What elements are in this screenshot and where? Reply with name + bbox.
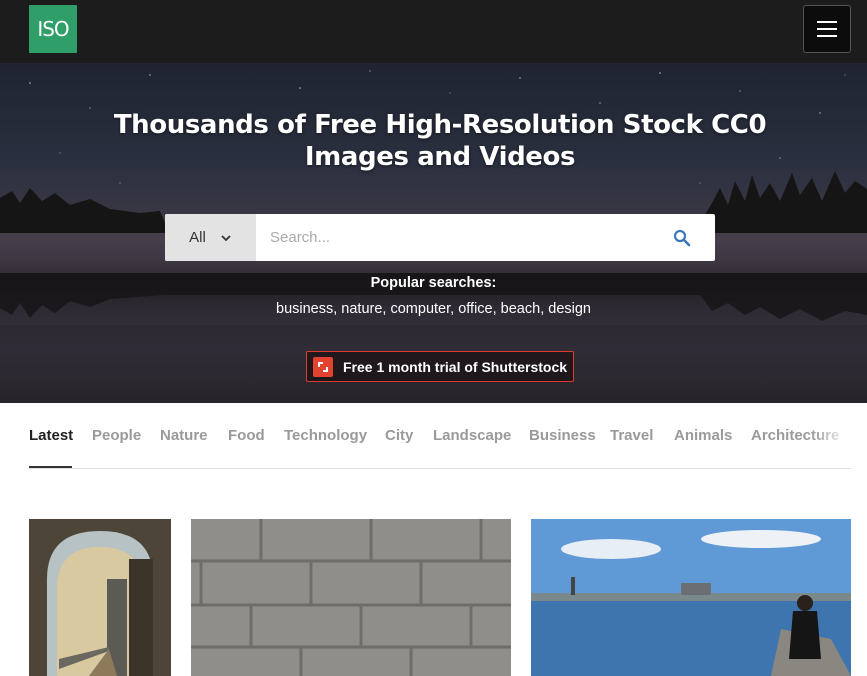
tab-business[interactable]: Business bbox=[529, 427, 596, 444]
hamburger-icon-line bbox=[817, 35, 837, 37]
tab-city[interactable]: City bbox=[385, 427, 413, 444]
harbor-photo bbox=[531, 519, 851, 676]
chevron-down-icon bbox=[221, 234, 231, 241]
bridge-photo bbox=[29, 519, 171, 676]
shutterstock-trial-link[interactable]: Free 1 month trial of Shutterstock bbox=[306, 351, 574, 382]
category-tabs: Latest People Nature Food Technology Cit… bbox=[29, 403, 851, 469]
tab-nature[interactable]: Nature bbox=[160, 427, 208, 444]
active-tab-indicator bbox=[29, 466, 72, 468]
separator: , bbox=[450, 301, 459, 317]
search-icon bbox=[673, 229, 691, 246]
popular-search-link[interactable]: beach bbox=[501, 301, 541, 317]
popular-searches-label: Popular searches: bbox=[370, 275, 497, 291]
tab-landscape[interactable]: Landscape bbox=[433, 427, 511, 444]
search-input[interactable] bbox=[256, 214, 649, 261]
tabs-fade bbox=[811, 403, 851, 467]
separator: , bbox=[492, 301, 501, 317]
photo-card-stone-wall[interactable] bbox=[191, 519, 511, 676]
hero-section: Thousands of Free High-Resolution Stock … bbox=[0, 63, 867, 403]
search-category-label: All bbox=[189, 229, 206, 246]
tab-food[interactable]: Food bbox=[228, 427, 265, 444]
popular-search-link[interactable]: business bbox=[276, 301, 333, 317]
tab-people[interactable]: People bbox=[92, 427, 141, 444]
popular-search-link[interactable]: computer bbox=[390, 301, 450, 317]
promo-label: Free 1 month trial of Shutterstock bbox=[343, 358, 568, 375]
tab-travel[interactable]: Travel bbox=[610, 427, 653, 444]
photo-card-bridge[interactable] bbox=[29, 519, 171, 676]
hamburger-icon-line bbox=[817, 21, 837, 23]
shutterstock-icon bbox=[313, 356, 333, 377]
tab-animals[interactable]: Animals bbox=[674, 427, 732, 444]
photo-card-harbor[interactable] bbox=[531, 519, 851, 676]
popular-search-link[interactable]: design bbox=[548, 301, 591, 317]
stone-wall-photo bbox=[191, 519, 511, 676]
popular-searches-list: business, nature, computer, office, beac… bbox=[0, 301, 867, 317]
search-button[interactable] bbox=[649, 214, 715, 261]
tab-technology[interactable]: Technology bbox=[284, 427, 367, 444]
top-navbar: ISO bbox=[0, 0, 867, 63]
popular-search-link[interactable]: nature bbox=[341, 301, 382, 317]
search-category-dropdown[interactable]: All bbox=[165, 214, 256, 261]
tab-latest[interactable]: Latest bbox=[29, 427, 73, 444]
menu-button[interactable] bbox=[803, 5, 851, 53]
popular-search-link[interactable]: office bbox=[458, 301, 492, 317]
site-logo[interactable]: ISO bbox=[29, 5, 77, 53]
hamburger-icon-line bbox=[817, 28, 837, 30]
search-bar: All bbox=[165, 214, 715, 261]
hero-title: Thousands of Free High-Resolution Stock … bbox=[113, 110, 767, 172]
